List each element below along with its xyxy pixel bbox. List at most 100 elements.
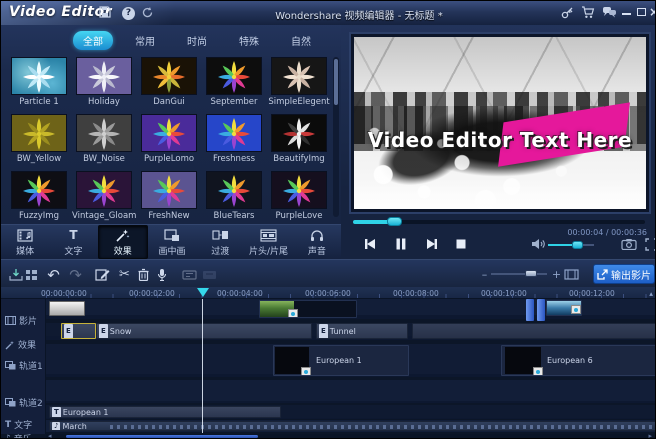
effect-thumbnail-purplelove[interactable]: PurpleLove (267, 171, 331, 224)
clip-video-2[interactable] (526, 299, 534, 321)
effect-thumbnail-freshness[interactable]: Freshness (202, 114, 266, 167)
export-movie-button[interactable]: 输出影片 (593, 264, 655, 284)
nav-transition[interactable]: 过渡 (196, 225, 244, 259)
maximize-button[interactable] (637, 8, 646, 16)
import-media-icon[interactable] (7, 266, 24, 283)
clip-effect-tunnel[interactable]: ETunnel (316, 323, 408, 339)
zoom-slider-handle[interactable] (525, 270, 537, 277)
tab-fashion[interactable]: 时尚 (177, 31, 217, 50)
volume-icon[interactable] (526, 233, 550, 255)
tab-special[interactable]: 特殊 (229, 31, 269, 50)
split-scissors-button[interactable]: ✂ (116, 266, 133, 283)
minimize-button[interactable] (622, 13, 631, 15)
fit-timeline-icon[interactable] (563, 266, 580, 283)
track-header-music[interactable]: ♪ 音乐 (5, 432, 32, 439)
volume-handle[interactable] (572, 241, 583, 249)
scroll-right-icon[interactable]: ▸ (648, 432, 652, 439)
snapshot-button[interactable] (617, 233, 641, 255)
ruler-scroll-up-icon[interactable]: ▴ (649, 289, 653, 298)
timeline-horizontal-scrollbar[interactable]: ◂ ▸ (46, 434, 654, 439)
clip-video-4[interactable] (546, 300, 582, 316)
pip-track-2[interactable] (46, 380, 656, 403)
shop-cart-icon[interactable] (581, 6, 596, 21)
track-header-track2[interactable]: 轨道2 (5, 396, 43, 409)
timeline-ruler[interactable]: ▴ 00:00:00:0000:00:02:0000:00:04:0000:00… (1, 287, 656, 299)
register-key-icon[interactable] (561, 6, 576, 21)
effects-scrollbar[interactable] (333, 57, 339, 217)
track-header-effects[interactable]: 效果 (5, 338, 36, 351)
video-track[interactable] (46, 299, 656, 319)
timeline-zoom-slider[interactable] (491, 273, 547, 275)
effect-name: Vintage_Gloam... (72, 211, 136, 221)
tab-all[interactable]: 全部 (73, 31, 113, 50)
music-track[interactable]: ♪March (46, 420, 656, 432)
nav-sound[interactable]: 声音 (293, 225, 341, 259)
tab-nature[interactable]: 自然 (281, 31, 321, 50)
clip-video-3[interactable] (537, 299, 545, 321)
next-frame-button[interactable] (419, 233, 443, 255)
clip-effect-ampl[interactable]: EAmPl... (61, 323, 96, 339)
nav-credits[interactable]: 片头/片尾 (244, 225, 292, 259)
delete-button[interactable] (135, 266, 152, 283)
nav-text[interactable]: T 文字 (49, 225, 97, 259)
redo-button[interactable]: ↷ (67, 266, 84, 283)
text-track[interactable]: TEuropean 1 (46, 405, 656, 419)
clip-title-intro[interactable] (49, 301, 85, 316)
mark-out-icon[interactable] (201, 266, 218, 283)
pip-thumbnail (505, 347, 541, 374)
effect-thumbnail-vintage-gloam-[interactable]: Vintage_Gloam... (72, 171, 136, 224)
nav-sound-label: 声音 (308, 244, 326, 257)
effect-thumbnail-dangui[interactable]: DanGui (137, 57, 201, 110)
clip-effect-snow[interactable]: ESnow (96, 323, 312, 339)
effect-thumbnail-fuzzyimg[interactable]: FuzzyImg (7, 171, 71, 224)
track-header-video[interactable]: 影片 (5, 314, 37, 327)
undo-button[interactable]: ↶ (45, 266, 62, 283)
effect-thumbnail-freshnew[interactable]: FreshNew (137, 171, 201, 224)
previous-frame-button[interactable] (359, 233, 383, 255)
record-voiceover-button[interactable] (153, 266, 170, 283)
effects-track[interactable]: EAmPl... ESnow ETunnel (46, 323, 656, 340)
nav-pip[interactable]: 画中画 (148, 225, 196, 259)
effect-thumbnail-bw-yellow[interactable]: BW_Yellow (7, 114, 71, 167)
scroll-left-icon[interactable]: ◂ (48, 432, 52, 439)
close-button[interactable]: × (649, 5, 656, 19)
effect-thumbnail-simpleelegent[interactable]: SimpleElegent (267, 57, 331, 110)
clip-pip-european-1[interactable]: European 1 (273, 345, 409, 376)
track-header-track1[interactable]: 轨道1 (5, 359, 43, 372)
effect-thumbnail-bluetears[interactable]: BlueTears (202, 171, 266, 224)
stop-button[interactable] (449, 233, 473, 255)
seek-bar[interactable] (353, 220, 645, 224)
feedback-chat-icon[interactable] (602, 6, 617, 21)
effect-thumbnail-purplelomo[interactable]: PurpleLomo (137, 114, 201, 167)
effect-thumbnail-particle-1[interactable]: Particle 1 (7, 57, 71, 110)
help-icon[interactable]: ? (121, 6, 136, 21)
edit-clip-button[interactable] (94, 266, 111, 283)
clip-music-march[interactable]: ♪March (49, 421, 656, 431)
fullscreen-button[interactable] (639, 233, 656, 255)
effect-thumbnail-holiday[interactable]: Holiday (72, 57, 136, 110)
mark-in-icon[interactable] (181, 266, 198, 283)
nav-effects[interactable]: 效果 (98, 225, 148, 259)
clip-video-1[interactable] (259, 300, 357, 318)
effect-thumbnail-september[interactable]: September (202, 57, 266, 110)
clip-pip-european-6[interactable]: European 6 (501, 345, 656, 376)
clip-effect-unnamed[interactable] (412, 323, 656, 339)
playhead-handle[interactable] (197, 288, 209, 297)
effect-thumbnail-beautifyimg[interactable]: BeautifyImg (267, 114, 331, 167)
pause-button[interactable] (389, 233, 413, 255)
seek-handle[interactable] (387, 217, 402, 226)
tab-common[interactable]: 常用 (125, 31, 165, 50)
effect-thumbnail-bw-noise[interactable]: BW_Noise (72, 114, 136, 167)
pip-track-1[interactable]: European 1 European 6 (46, 344, 656, 377)
nav-media[interactable]: 媒体 (1, 225, 49, 259)
video-preview[interactable]: Video Editor Text Here (349, 32, 651, 214)
save-icon[interactable] (99, 6, 114, 21)
sync-icon[interactable] (141, 6, 156, 21)
hscroll-thumb[interactable] (66, 435, 258, 438)
clip-text-european-1[interactable]: TEuropean 1 (49, 406, 281, 418)
volume-slider[interactable] (548, 244, 594, 246)
video-frame-content: Video Editor Text Here (354, 37, 646, 209)
view-mode-icon[interactable] (23, 266, 40, 283)
track-header-text[interactable]: T 文字 (5, 418, 32, 431)
scrollbar-thumb[interactable] (334, 59, 338, 105)
